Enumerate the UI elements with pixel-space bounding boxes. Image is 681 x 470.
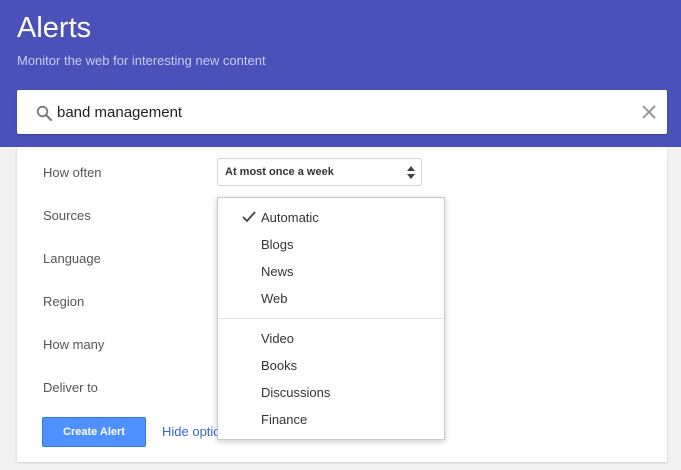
menu-item-label: News: [261, 264, 294, 279]
menu-divider: [218, 318, 444, 319]
updown-arrow-icon: [407, 166, 415, 179]
close-icon[interactable]: [640, 103, 658, 121]
menu-item-label: Video: [261, 331, 295, 346]
menu-item-discussions[interactable]: Discussions: [218, 379, 444, 406]
check-icon: [242, 211, 256, 223]
how-often-label: How often: [43, 165, 102, 180]
sources-dropdown-menu: Automatic Blogs News Web Video Books Dis…: [217, 197, 445, 440]
menu-item-label: Finance: [261, 412, 308, 427]
menu-item-finance[interactable]: Finance: [218, 406, 444, 433]
menu-item-video[interactable]: Video: [218, 325, 444, 352]
search-box[interactable]: [17, 90, 667, 134]
menu-item-label: Automatic: [261, 210, 319, 225]
how-often-value: At most once a week: [225, 166, 334, 178]
menu-item-news[interactable]: News: [218, 258, 444, 285]
hide-options-link[interactable]: Hide optio: [162, 424, 221, 439]
menu-item-label: Blogs: [261, 237, 294, 252]
search-input[interactable]: [57, 99, 617, 125]
region-label: Region: [43, 294, 85, 309]
how-often-select[interactable]: At most once a week: [217, 158, 422, 186]
menu-item-label: Discussions: [261, 385, 331, 400]
menu-item-blogs[interactable]: Blogs: [218, 231, 444, 258]
menu-item-label: Web: [261, 291, 288, 306]
menu-item-label: Books: [261, 358, 298, 373]
menu-item-books[interactable]: Books: [218, 352, 444, 379]
language-label: Language: [43, 251, 101, 266]
sources-label: Sources: [43, 208, 91, 223]
menu-item-automatic[interactable]: Automatic: [218, 204, 444, 231]
create-alert-button[interactable]: Create Alert: [42, 417, 146, 447]
header-bar: Alerts Monitor the web for interesting n…: [0, 0, 681, 147]
search-icon: [36, 105, 52, 121]
page-subtitle: Monitor the web for interesting new cont…: [17, 53, 266, 68]
how-many-label: How many: [43, 337, 105, 352]
menu-item-web[interactable]: Web: [218, 285, 444, 312]
page-title: Alerts: [17, 12, 92, 44]
deliver-to-label: Deliver to: [43, 380, 98, 395]
